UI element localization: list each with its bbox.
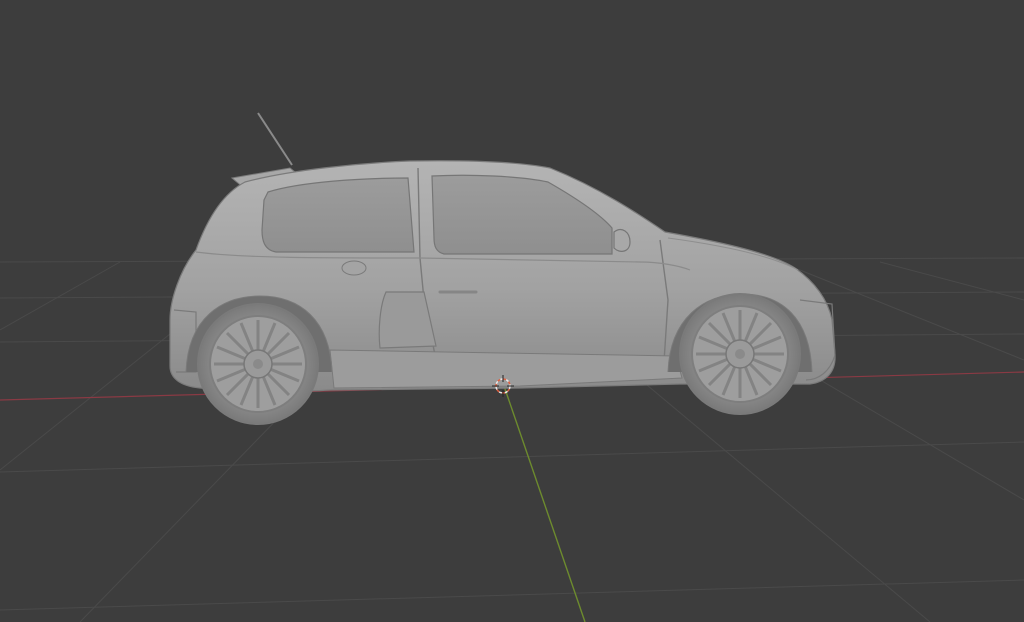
3d-viewport[interactable] xyxy=(0,0,1024,622)
front-wheel xyxy=(679,293,801,415)
rear-wheel xyxy=(197,303,319,425)
y-axis-line xyxy=(503,385,586,622)
fuel-cap xyxy=(341,260,367,276)
antenna xyxy=(257,112,293,166)
side-mirror xyxy=(613,229,631,252)
viewport-canvas[interactable] xyxy=(0,0,1024,622)
rear-window xyxy=(261,177,415,253)
